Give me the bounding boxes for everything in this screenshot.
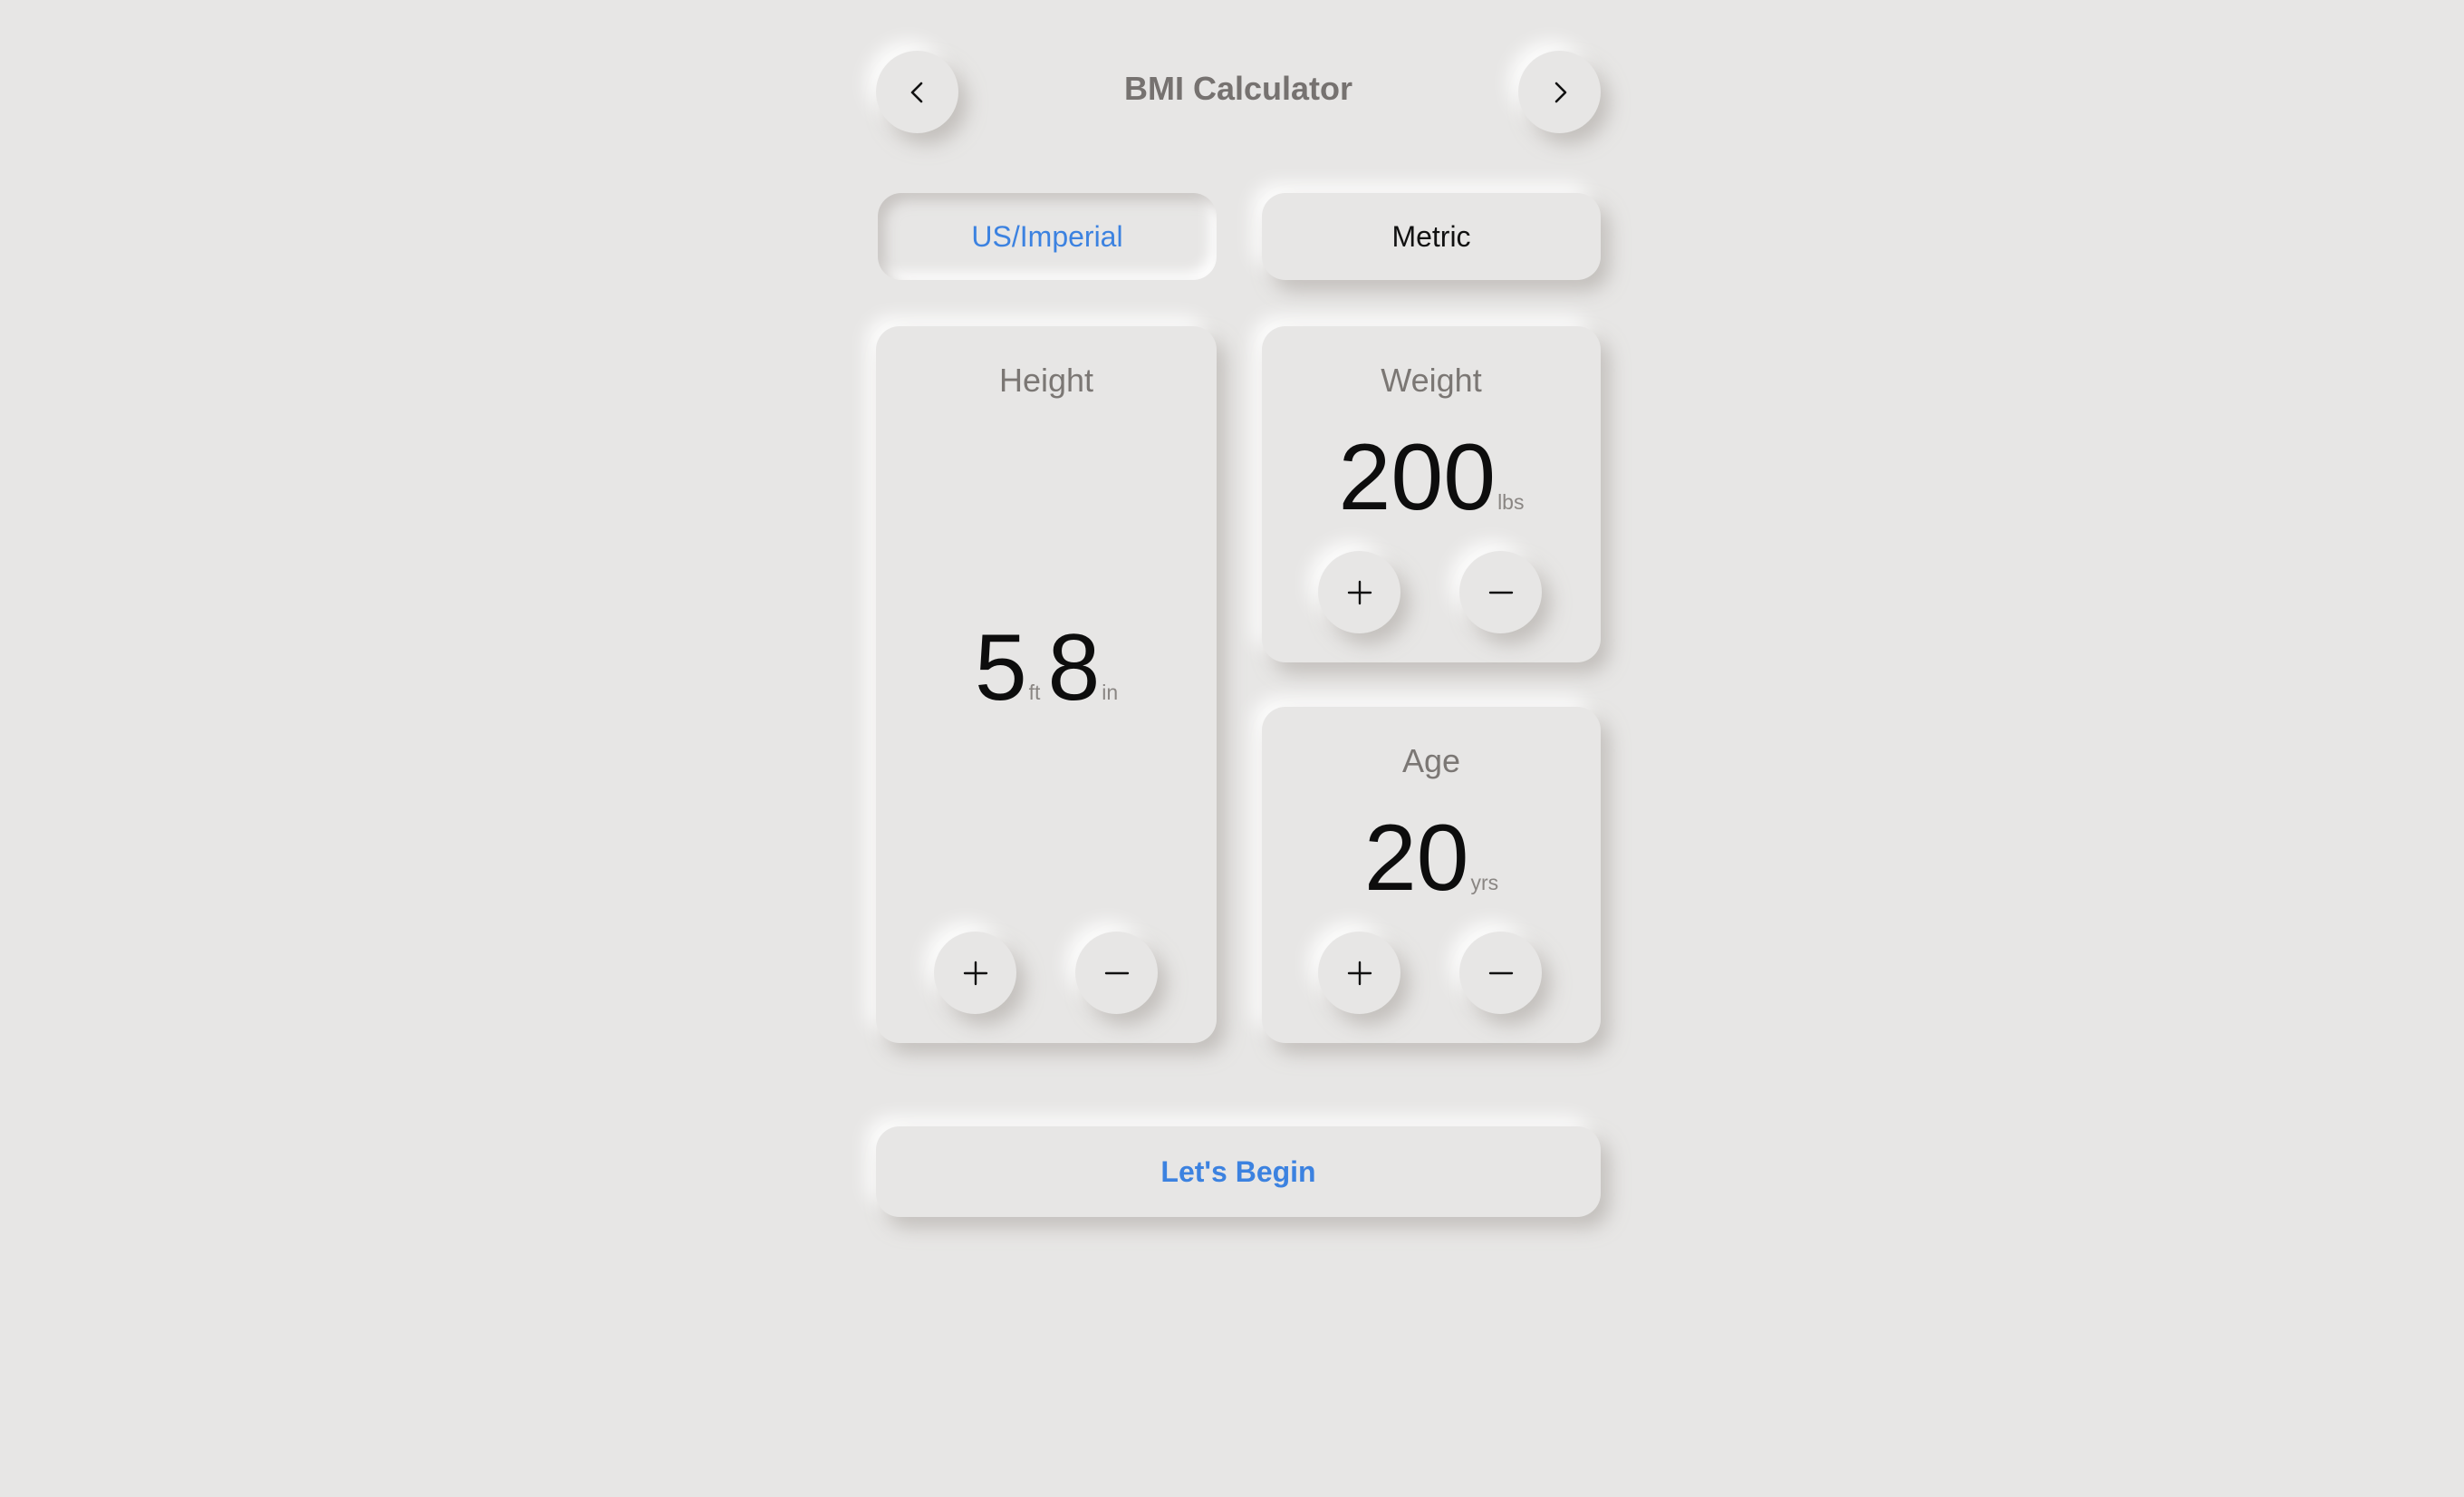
age-decrement-button[interactable] (1459, 932, 1542, 1014)
age-value: 20 (1363, 806, 1469, 911)
plus-icon (1347, 961, 1372, 985)
height-feet-value: 5 (974, 615, 1027, 720)
age-unit: yrs (1470, 871, 1499, 894)
weight-label: Weight (1381, 362, 1482, 399)
forward-button[interactable] (1518, 51, 1601, 133)
weight-value: 200 (1338, 425, 1497, 530)
age-card: Age 20 yrs (1262, 707, 1601, 1043)
tab-us-imperial[interactable]: US/Imperial (878, 193, 1217, 280)
lets-begin-button[interactable]: Let's Begin (876, 1126, 1601, 1217)
height-inches-value: 8 (1047, 615, 1101, 720)
chevron-right-icon (1554, 82, 1566, 102)
minus-icon (1488, 591, 1513, 594)
lets-begin-label: Let's Begin (1160, 1154, 1316, 1188)
height-decrement-button[interactable] (1075, 932, 1158, 1014)
plus-icon (1347, 580, 1372, 604)
age-value-row: 20 yrs (1262, 811, 1601, 905)
weight-decrement-button[interactable] (1459, 551, 1542, 633)
page-title: BMI Calculator (1123, 70, 1353, 107)
height-card: Height 5 ft 8 in (876, 326, 1217, 1043)
weight-unit: lbs (1497, 490, 1525, 514)
plus-icon (963, 961, 987, 985)
minus-icon (1104, 971, 1129, 974)
weight-increment-button[interactable] (1318, 551, 1400, 633)
bmi-calculator-app: BMI Calculator US/Imperial Metric Height… (876, 0, 1601, 1497)
age-label: Age (1401, 742, 1461, 779)
tab-metric-label: Metric (1391, 219, 1471, 253)
height-value: 5 ft 8 in (876, 621, 1217, 715)
height-inches-unit: in (1102, 681, 1119, 704)
height-label: Height (998, 362, 1094, 399)
age-increment-button[interactable] (1318, 932, 1400, 1014)
height-increment-button[interactable] (934, 932, 1016, 1014)
tab-metric[interactable]: Metric (1262, 193, 1601, 280)
weight-card: Weight 200 lbs (1262, 326, 1601, 662)
tab-us-imperial-label: US/Imperial (971, 219, 1123, 253)
minus-icon (1488, 971, 1513, 974)
height-feet-unit: ft (1028, 681, 1041, 704)
weight-value-row: 200 lbs (1262, 430, 1601, 525)
